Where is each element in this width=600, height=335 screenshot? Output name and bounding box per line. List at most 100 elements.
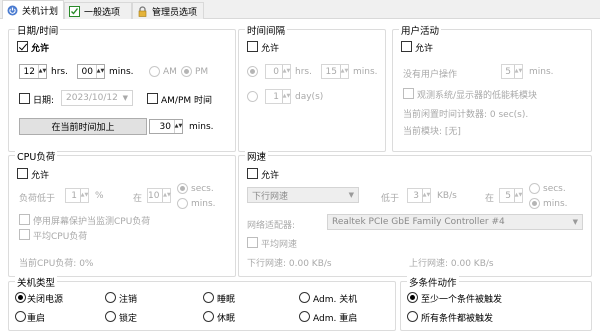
spin-arrows[interactable]: ▲▼ xyxy=(514,189,522,202)
spin-arrows[interactable]: ▲▼ xyxy=(514,65,522,78)
interval-allow-checkbox[interactable] xyxy=(247,41,258,52)
interval-minutes-stepper[interactable]: 15 ▲▼ xyxy=(321,64,349,79)
multi-option-any[interactable] xyxy=(407,292,418,303)
hours-stepper[interactable]: 12 ▲▼ xyxy=(19,64,47,79)
shutdown-option-hibernate[interactable] xyxy=(203,311,214,322)
cpu-percent-stepper[interactable]: 1 ▲▼ xyxy=(65,188,89,203)
stepper-value: 30 xyxy=(159,121,171,132)
stepper-value: 0 xyxy=(273,66,279,77)
shutdown-option-label: Adm. 关机 xyxy=(313,295,358,305)
stepper-value: 1 xyxy=(71,190,77,201)
interval-days-stepper[interactable]: 1 ▲▼ xyxy=(265,89,291,104)
spin-arrows[interactable]: ▲▼ xyxy=(80,189,88,202)
shutdown-option-label: 重启 xyxy=(27,314,46,324)
shutdown-option-label: 锁定 xyxy=(119,314,138,324)
interval-time-radio[interactable] xyxy=(247,66,258,77)
power-icon xyxy=(7,5,18,16)
stepper-value: 3 xyxy=(413,190,419,201)
net-direction-select[interactable]: 下行网速 ▼ xyxy=(247,187,359,203)
stepper-value: 1 xyxy=(273,91,279,102)
multi-option-all[interactable] xyxy=(407,311,418,322)
datetime-group: 日期/时间 允许 12 ▲▼ hrs. 00 ▲▼ mins. AM PM 日期: … xyxy=(8,23,236,152)
spin-arrows[interactable]: ▲▼ xyxy=(162,189,171,202)
stepper-value: 10 xyxy=(148,190,160,201)
percent-label: % xyxy=(95,191,104,201)
hrs-label: hrs. xyxy=(295,67,312,77)
activity-minutes-stepper[interactable]: 5 ▲▼ xyxy=(501,64,523,79)
mins-label: mins. xyxy=(109,67,134,77)
observe-checkbox[interactable] xyxy=(403,88,414,99)
in-label: 在 xyxy=(485,194,495,204)
shutdown-option-restart[interactable] xyxy=(15,311,26,322)
secs-label: secs. xyxy=(191,184,214,194)
avg-net-label: 平均网速 xyxy=(261,240,298,250)
spin-arrows[interactable]: ▲▼ xyxy=(96,65,104,78)
spin-arrows[interactable]: ▲▼ xyxy=(174,120,182,133)
stepper-value: 5 xyxy=(505,190,511,201)
tab-shutdown-schedule[interactable]: 关机计划 xyxy=(2,0,64,20)
mins-label: mins. xyxy=(543,199,568,209)
tab-bar: 关机计划 一般选项 管理员选项 xyxy=(0,0,600,20)
group-title: 关机类型 xyxy=(15,275,58,289)
am-label: AM xyxy=(163,67,177,77)
net-seconds-stepper[interactable]: 5 ▲▼ xyxy=(499,188,523,203)
group-title: 网速 xyxy=(245,149,269,163)
minutes-stepper[interactable]: 00 ▲▼ xyxy=(77,64,105,79)
kbs-label: KB/s xyxy=(437,191,457,201)
multi-condition-group: 多条件动作 至少一个条件被触发 所有条件都被触发 xyxy=(400,275,592,331)
tab-admin-options[interactable]: 管理员选项 xyxy=(132,2,204,19)
activity-allow-checkbox[interactable] xyxy=(401,41,412,52)
screensaver-label: 停用屏幕保护当监测CPU负荷 xyxy=(33,217,151,227)
shutdown-option-label: 关闭电源 xyxy=(27,295,64,305)
interval-hours-stepper[interactable]: 0 ▲▼ xyxy=(265,64,291,79)
cpu-mins-radio[interactable] xyxy=(177,198,188,209)
spin-arrows[interactable]: ▲▼ xyxy=(422,189,430,202)
spin-arrows[interactable]: ▲▼ xyxy=(282,90,290,103)
group-title: CPU负荷 xyxy=(15,149,58,163)
spin-arrows[interactable]: ▲▼ xyxy=(340,65,348,78)
net-mins-radio[interactable] xyxy=(529,198,540,209)
shutdown-option-lock[interactable] xyxy=(105,311,116,322)
add-minutes-stepper[interactable]: 30 ▲▼ xyxy=(149,119,183,134)
group-title: 多条件动作 xyxy=(407,275,459,289)
date-picker[interactable]: 2023/10/12 ▼ xyxy=(61,90,133,106)
cpu-allow-checkbox[interactable] xyxy=(17,168,28,179)
shutdown-option-label: 睡眠 xyxy=(217,295,236,305)
spin-arrows[interactable]: ▲▼ xyxy=(38,65,46,78)
cpu-seconds-stepper[interactable]: 10 ▲▼ xyxy=(147,188,171,203)
avg-cpu-checkbox[interactable] xyxy=(19,229,30,240)
upload-speed-text: 上行网速: 0.00 KB/s xyxy=(409,259,494,269)
add-mins-label: mins. xyxy=(189,122,214,132)
allow-label: 允许 xyxy=(31,44,50,54)
shutdown-option-logoff[interactable] xyxy=(105,292,116,303)
in-label: 在 xyxy=(133,194,143,204)
stepper-value: 5 xyxy=(505,66,511,77)
shutdown-option-adm-shutdown[interactable] xyxy=(299,292,310,303)
group-title: 日期/时间 xyxy=(15,23,61,37)
pm-radio[interactable] xyxy=(181,66,192,77)
add-to-current-time-button[interactable]: 在当前时间加上 xyxy=(19,118,147,135)
cpu-secs-radio[interactable] xyxy=(177,183,188,194)
allow-label: 允许 xyxy=(261,44,280,54)
network-speed-group: 网速 允许 下行网速 ▼ 低于 3 ▲▼ KB/s 在 5 ▲▼ secs. mins… xyxy=(238,149,592,277)
tab-general-options[interactable]: 一般选项 xyxy=(64,2,132,19)
no-user-label: 没有用户操作 xyxy=(403,70,458,80)
avg-net-checkbox[interactable] xyxy=(247,237,258,248)
date-checkbox[interactable] xyxy=(19,93,30,104)
net-allow-checkbox[interactable] xyxy=(247,168,258,179)
shutdown-option-power-off[interactable] xyxy=(15,292,26,303)
shutdown-option-sleep[interactable] xyxy=(203,292,214,303)
net-kbs-stepper[interactable]: 3 ▲▼ xyxy=(407,188,431,203)
am-radio[interactable] xyxy=(149,66,160,77)
ampm-checkbox[interactable] xyxy=(147,93,158,104)
screensaver-checkbox[interactable] xyxy=(19,214,30,225)
shutdown-option-label: 注销 xyxy=(119,295,138,305)
mins-label: mins. xyxy=(353,67,378,77)
net-secs-radio[interactable] xyxy=(529,183,540,194)
datetime-allow-checkbox[interactable] xyxy=(17,41,28,52)
shutdown-option-adm-restart[interactable] xyxy=(299,311,310,322)
adapter-select[interactable]: Realtek PCIe GbE Family Controller #4 ▼ xyxy=(327,214,583,230)
spin-arrows[interactable]: ▲▼ xyxy=(282,65,290,78)
interval-days-radio[interactable] xyxy=(247,91,258,102)
avg-cpu-label: 平均CPU负荷 xyxy=(33,232,88,242)
